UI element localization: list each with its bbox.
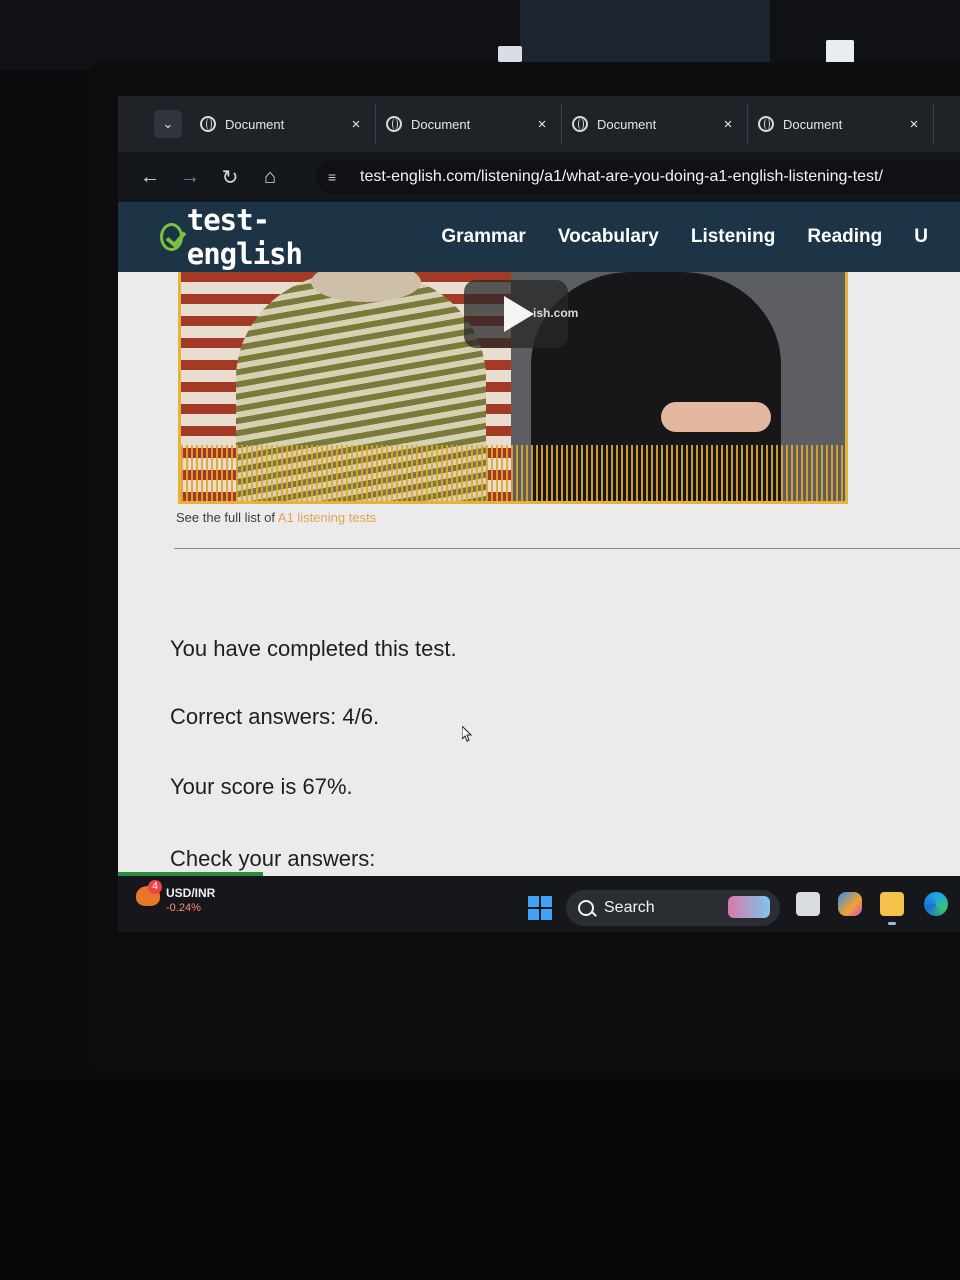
globe-icon [386,116,402,132]
chevron-down-icon: ⌄ [162,116,174,131]
search-label: Search [604,899,655,916]
search-icon [578,900,594,916]
room-light [498,46,522,62]
widget-title: USD/INR [166,886,216,900]
audio-waveform [181,445,845,501]
back-arrow-icon[interactable]: ← [130,166,170,189]
tab-strip: ⌄ Document × Document × Document × Docum… [118,96,960,152]
site-logo[interactable]: test-english [160,203,337,271]
browser-tab[interactable]: Document × [376,104,562,144]
desk [0,1080,960,1280]
browser-toolbar: ← → ↻ ⌂ ≡ test-english.com/listening/a1/… [118,152,960,202]
site-header: test-english Grammar Vocabulary Listenin… [118,202,960,272]
close-icon[interactable]: × [347,116,365,133]
mouse-cursor-icon [462,726,472,742]
tab-title: Document [411,116,471,132]
main-menu: Grammar Vocabulary Listening Reading U [441,226,960,248]
widget-change: -0.24% [166,902,201,914]
man-arm [661,402,771,432]
stock-widget[interactable]: 4 USD/INR -0.24% [136,880,216,916]
globe-icon [758,116,774,132]
check-logo-icon [160,223,183,251]
tab-title: Document [225,116,285,132]
reload-icon[interactable]: ↻ [210,165,250,190]
stock-widget-icon: 4 [136,880,162,906]
page-content: ish.com See the full list of A1 listenin… [118,272,960,882]
site-info-icon[interactable]: ≡ [328,169,346,185]
check-answers-heading: Check your answers: [170,846,376,871]
forward-arrow-icon[interactable]: → [170,166,210,189]
browser-tab[interactable]: Document × [562,104,748,144]
close-icon[interactable]: × [905,116,923,133]
globe-icon [200,116,216,132]
edge-icon[interactable] [924,892,948,916]
tab-title: Document [783,116,843,132]
room-background [0,0,960,70]
full-list-text: See the full list of A1 listening tests [176,510,376,525]
logo-text: test-english [186,203,303,271]
play-icon [504,296,534,332]
full-list-prefix: See the full list of [176,510,278,525]
menu-listening[interactable]: Listening [691,226,775,248]
correct-answers: Correct answers: 4/6. [170,704,380,729]
video-watermark: ish.com [533,306,579,320]
globe-icon [572,116,588,132]
tab-title: Document [597,116,657,132]
divider [174,548,960,549]
menu-grammar[interactable]: Grammar [441,226,526,248]
room-glow [520,0,770,66]
browser-tab[interactable]: Document × [748,104,934,144]
search-highlight-image [728,896,770,918]
close-icon[interactable]: × [719,116,737,133]
task-view-icon[interactable] [796,892,820,916]
menu-vocabulary[interactable]: Vocabulary [558,226,659,248]
close-icon[interactable]: × [533,116,551,133]
a1-listening-tests-link[interactable]: A1 listening tests [278,510,376,525]
copilot-icon[interactable] [838,892,862,916]
video-player[interactable]: ish.com [178,272,848,504]
taskbar: 4 USD/INR -0.24% Search [118,876,960,932]
browser-tab[interactable]: Document × [190,104,376,144]
widget-badge: 4 [148,880,162,894]
url-text: test-english.com/listening/a1/what-are-y… [360,168,883,185]
tab-search-button[interactable]: ⌄ [154,110,182,138]
home-icon[interactable]: ⌂ [250,166,290,189]
address-bar[interactable]: ≡ test-english.com/listening/a1/what-are… [316,160,960,194]
menu-reading[interactable]: Reading [807,226,882,248]
taskbar-search[interactable]: Search [566,890,780,926]
windows-start-icon[interactable] [528,896,552,920]
file-explorer-icon[interactable] [880,892,904,916]
score-text: Your score is 67%. [170,774,353,799]
active-app-indicator [888,922,896,925]
screen: ⌄ Document × Document × Document × Docum… [118,96,960,932]
completed-message: You have completed this test. [170,636,457,661]
menu-more[interactable]: U [914,226,928,248]
